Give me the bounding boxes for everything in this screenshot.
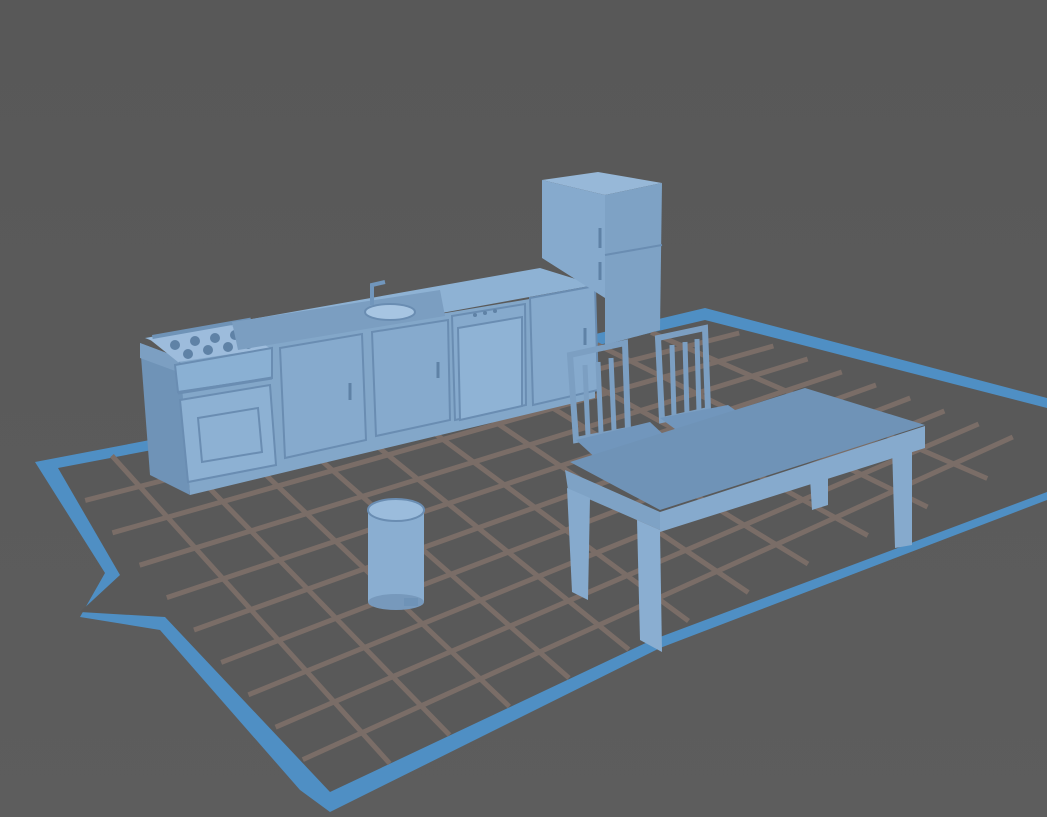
3d-viewport[interactable] (0, 0, 1047, 817)
sink-basin (364, 303, 416, 321)
dishwasher (450, 302, 528, 422)
pedal-trash-bin (367, 498, 425, 610)
scene-canvas[interactable] (0, 0, 1047, 817)
